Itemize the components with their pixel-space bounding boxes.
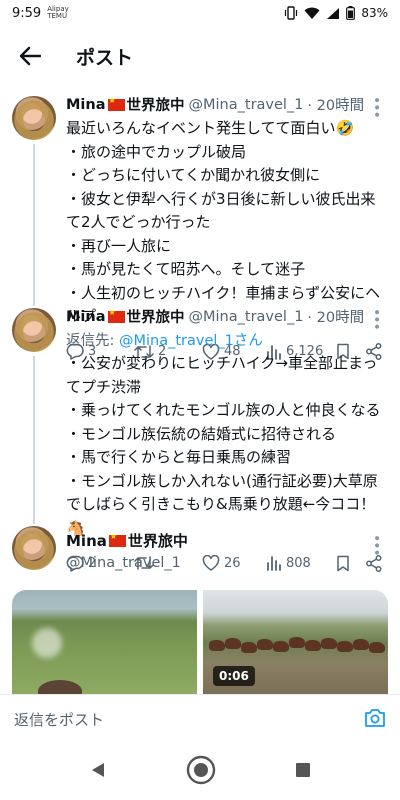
square-recents-icon	[295, 763, 310, 777]
nav-home-button[interactable]	[186, 755, 216, 789]
tweet-header: Mina 世界旅中 @Mina_travel_1 · 20時間	[66, 94, 386, 115]
tweet-1[interactable]: ••• Mina 世界旅中 @Mina_travel_1 · 20時間 最近いろ…	[0, 94, 400, 360]
display-name-suffix[interactable]: 世界旅中	[127, 306, 185, 327]
horse-ears	[38, 680, 82, 694]
display-name[interactable]: Mina	[66, 309, 106, 325]
arrow-left-icon	[19, 46, 41, 66]
camera-icon	[365, 708, 385, 727]
user-handle[interactable]: @Mina_travel_1	[66, 555, 386, 571]
display-name-suffix[interactable]: 世界旅中	[127, 94, 185, 115]
tweet-text: ・公安が変わりにヒッチハイク→車全部止まってプチ渋滞 ・乗っけてくれたモンゴル族…	[66, 354, 381, 537]
tweet-time: · 20時間	[307, 310, 365, 326]
video-duration-badge: 0:06	[213, 666, 255, 686]
signal-icon	[326, 7, 340, 20]
horse-herd	[203, 634, 388, 658]
nav-recents-button[interactable]	[295, 762, 311, 782]
system-navigation-bar	[0, 744, 400, 800]
tweet-media: 0:06	[12, 590, 388, 694]
china-flag-icon	[107, 308, 125, 323]
user-handle[interactable]: @Mina_travel_1	[189, 309, 304, 325]
avatar[interactable]	[12, 526, 56, 570]
tweet-header: Mina 世界旅中	[66, 530, 386, 551]
page-header: ポスト	[0, 30, 400, 82]
page-title: ポスト	[76, 46, 134, 69]
status-notification-icons: Alipay TEMU	[47, 6, 69, 20]
battery-percent: 83%	[361, 6, 388, 20]
tweet-2[interactable]: ••• Mina 世界旅中 @Mina_travel_1 · 20時間 返信先:…	[0, 306, 400, 572]
avatar[interactable]	[12, 308, 56, 352]
replying-to-prefix: 返信先:	[66, 333, 119, 349]
camera-button[interactable]	[364, 708, 386, 732]
display-name[interactable]: Mina	[66, 97, 106, 113]
tweet-time: · 20時間	[307, 98, 365, 114]
circle-home-icon	[186, 755, 216, 785]
reply-composer[interactable]: 返信をポスト	[0, 694, 400, 744]
status-time: 9:59	[12, 5, 42, 21]
triangle-back-icon	[92, 763, 105, 777]
display-name[interactable]: Mina	[66, 532, 107, 550]
replying-to: 返信先: @Mina_travel_1さん	[66, 329, 386, 350]
tweet-text: 最近いろんなイベント発生してて面白い🤣 ・旅の途中でカップル破局 ・どっちに付い…	[66, 119, 381, 325]
china-flag-icon	[107, 96, 125, 111]
temu-notification-label: TEMU	[47, 12, 68, 20]
display-name-suffix[interactable]: 世界旅中	[128, 530, 188, 551]
media-video-horse-herd[interactable]: 0:06	[203, 590, 388, 694]
reply-input[interactable]: 返信をポスト	[14, 709, 104, 730]
avatar[interactable]	[12, 96, 56, 140]
media-image-grassland[interactable]	[12, 590, 197, 694]
tweet-header: Mina 世界旅中 @Mina_travel_1 · 20時間	[66, 306, 386, 327]
status-bar: 9:59 Alipay TEMU 83%	[0, 0, 400, 26]
replying-to-link[interactable]: @Mina_travel_1さん	[119, 333, 263, 349]
nav-back-button[interactable]	[89, 761, 107, 783]
back-button[interactable]	[0, 30, 60, 82]
battery-icon	[346, 6, 356, 20]
user-handle[interactable]: @Mina_travel_1	[189, 97, 304, 113]
china-flag-icon	[108, 532, 126, 547]
wifi-icon	[304, 7, 320, 20]
tweet-3[interactable]: ••• Mina 世界旅中 @Mina_travel_1	[0, 526, 400, 586]
vibrate-icon	[284, 6, 298, 20]
